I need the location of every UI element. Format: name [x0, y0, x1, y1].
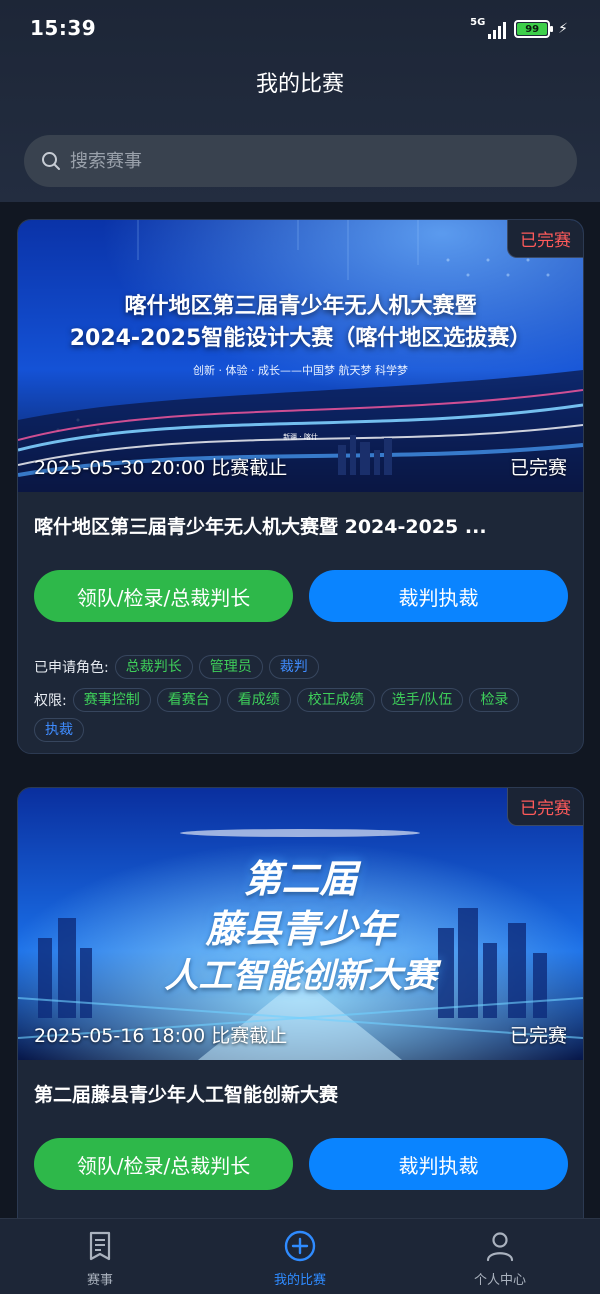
leader-checkin-chief-referee-button[interactable]: 领队/检录/总裁判长 [34, 570, 293, 622]
role-tag: 管理员 [198, 655, 263, 679]
status-text: 已完赛 [509, 457, 567, 479]
banner-title-line1: 第二届 [243, 857, 358, 901]
role-tag: 裁判 [268, 655, 319, 679]
role-tag: 总裁判长 [114, 655, 193, 679]
status-badge: 已完赛 [507, 220, 583, 258]
page-title: 我的比赛 [255, 72, 344, 97]
status-time: 15:39 [30, 16, 97, 40]
banner-background [18, 220, 583, 492]
document-icon [89, 1231, 111, 1261]
permission-tag: 校正成绩 [296, 688, 375, 712]
person-icon [486, 1232, 514, 1262]
leader-checkin-chief-referee-button[interactable]: 领队/检录/总裁判长 [34, 1138, 293, 1190]
permission-tag: 执裁 [34, 718, 84, 742]
permissions-label: 权限: [34, 693, 67, 709]
plus-circle-icon [284, 1230, 316, 1262]
banner-organizer: 新疆 · 喀什 [283, 433, 318, 441]
competition-banner[interactable]: 第二届 藤县青少年 人工智能创新大赛 已完赛 2025-05-16 18:00 … [18, 788, 583, 1060]
status-text: 已完赛 [509, 1025, 567, 1047]
bottom-nav: 赛事 我的比赛 个人中心 [0, 1218, 600, 1294]
applied-roles: 已申请角色: 总裁判长 管理员 裁判 [34, 655, 574, 679]
banner-slogan: 创新 · 体验 · 成长——中国梦 航天梦 科学梦 [193, 364, 408, 377]
permissions: 权限: 赛事控制 看赛台 看成绩 校正成绩 选手/队伍 检录 执裁 [34, 688, 574, 742]
nav-tab-events[interactable]: 赛事 [0, 1219, 200, 1294]
competition-banner[interactable]: 喀什地区第三届青少年无人机大赛暨 2024-2025智能设计大赛（喀什地区选拔赛… [18, 220, 583, 492]
competition-card[interactable]: 喀什地区第三届青少年无人机大赛暨 2024-2025智能设计大赛（喀什地区选拔赛… [17, 219, 584, 754]
nav-label: 我的比赛 [273, 1273, 326, 1288]
permission-tag: 赛事控制 [72, 688, 151, 712]
status-bar: 15:39 5G 99 ⚡ [0, 0, 600, 56]
battery-icon: 99 [514, 20, 554, 38]
banner-title-line1: 喀什地区第三届青少年无人机大赛暨 [124, 294, 477, 319]
deadline-text: 2025-05-16 18:00 比赛截止 [34, 1025, 288, 1047]
competition-list[interactable]: 喀什地区第三届青少年无人机大赛暨 2024-2025智能设计大赛（喀什地区选拔赛… [0, 202, 600, 1218]
nav-tab-profile[interactable]: 个人中心 [400, 1219, 600, 1294]
banner-title-line3: 人工智能创新大赛 [164, 956, 437, 996]
battery-level: 99 [517, 23, 548, 35]
deadline-text: 2025-05-30 20:00 比赛截止 [34, 457, 288, 479]
charging-icon: ⚡ [558, 21, 568, 37]
referee-judging-button[interactable]: 裁判执裁 [309, 1138, 568, 1190]
permission-tag: 看赛台 [156, 688, 221, 712]
app-header: 15:39 5G 99 ⚡ 我的比赛 [0, 0, 600, 202]
competition-card[interactable]: 第二届 藤县青少年 人工智能创新大赛 已完赛 2025-05-16 18:00 … [17, 787, 584, 1218]
search-bar[interactable] [24, 135, 577, 187]
nav-tab-my-competitions[interactable]: 我的比赛 [200, 1219, 400, 1294]
search-icon [42, 152, 60, 170]
nav-label: 个人中心 [473, 1273, 526, 1288]
roles-label: 已申请角色: [34, 660, 109, 676]
permission-tag: 选手/队伍 [380, 688, 464, 712]
permission-tag: 检录 [469, 688, 520, 712]
competition-name[interactable]: 第二届藤县青少年人工智能创新大赛 [34, 1080, 569, 1107]
banner-title-line2: 2024-2025智能设计大赛（喀什地区选拔赛） [69, 326, 532, 351]
competition-name[interactable]: 喀什地区第三届青少年无人机大赛暨 2024-2025 ... [34, 512, 569, 539]
referee-judging-button[interactable]: 裁判执裁 [309, 570, 568, 622]
network-type: 5G [470, 17, 486, 28]
status-badge: 已完赛 [507, 788, 583, 826]
nav-label: 赛事 [86, 1273, 113, 1288]
status-icons: 5G 99 ⚡ [470, 17, 568, 40]
signal-icon: 5G [470, 17, 507, 39]
banner-title-line2: 藤县青少年 [205, 907, 396, 951]
permission-tag: 看成绩 [226, 688, 291, 712]
search-input[interactable] [70, 150, 577, 172]
